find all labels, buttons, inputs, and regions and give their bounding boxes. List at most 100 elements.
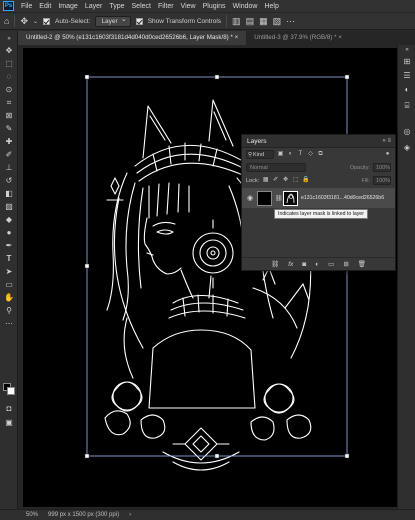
link-layers-icon[interactable]: ⛓	[271, 260, 279, 268]
chevron-down-icon[interactable]: ⌄	[33, 18, 38, 25]
panel-menu-icon[interactable]: « ≡	[382, 138, 395, 144]
right-panel-dock: « ⊞ ☰ ◐ ⌸ ◎ ◈	[397, 45, 415, 509]
align-right-icon[interactable]: ▦	[259, 16, 268, 27]
blend-mode-dropdown[interactable]: Normal	[246, 163, 306, 172]
document-canvas[interactable]	[23, 48, 410, 507]
lock-all-icon[interactable]: 🔒	[302, 177, 309, 184]
gradient-tool-icon[interactable]: ▨	[3, 201, 15, 213]
tab-untitled-3[interactable]: Untitled-3 @ 37.9% (RGB/8) * ×	[246, 31, 350, 45]
home-icon[interactable]: ⌂	[4, 16, 9, 26]
smart-object-filter-icon[interactable]: ⧉	[317, 151, 324, 158]
add-mask-icon[interactable]: ◙	[302, 261, 306, 268]
type-tool-icon[interactable]: T	[3, 253, 15, 265]
adjustments-panel-icon[interactable]: ◐	[402, 85, 412, 95]
menu-filter[interactable]: Filter	[158, 3, 174, 10]
edit-toolbar-icon[interactable]: ⋯	[3, 318, 15, 330]
libraries-panel-icon[interactable]: ⌸	[402, 101, 412, 111]
fill-field[interactable]: 100%	[373, 176, 391, 185]
lock-position-icon[interactable]: ✥	[282, 177, 289, 184]
layers-panel-title: Layers	[247, 137, 267, 145]
screen-mode-icon[interactable]: ▣	[3, 417, 15, 429]
brush-tool-icon[interactable]: ✐	[3, 149, 15, 161]
new-layer-icon[interactable]: ⊞	[343, 260, 348, 268]
channels-panel-icon[interactable]: ◎	[402, 127, 412, 137]
healing-brush-tool-icon[interactable]: ✚	[3, 136, 15, 148]
delete-layer-icon[interactable]: 🗑	[358, 260, 366, 268]
show-transform-checkbox[interactable]	[135, 17, 143, 25]
menu-help[interactable]: Help	[264, 3, 278, 10]
lock-pixels-icon[interactable]: ✐	[272, 177, 279, 184]
layer-item[interactable]: ◉ ⛓ e131c1603f3181...40d0ced26526b6	[242, 188, 395, 208]
chevron-right-icon[interactable]: ›	[129, 512, 131, 518]
eraser-tool-icon[interactable]: ◧	[3, 188, 15, 200]
menu-edit[interactable]: Edit	[39, 3, 51, 10]
dodge-tool-icon[interactable]: ●	[3, 227, 15, 239]
divider	[226, 15, 228, 27]
auto-select-label: Auto-Select:	[55, 17, 91, 25]
close-icon[interactable]: ×	[235, 34, 239, 41]
quick-mask-icon[interactable]: ◘	[3, 403, 15, 415]
layer-mask-thumbnail[interactable]	[283, 190, 298, 206]
hand-tool-icon[interactable]: ✋	[3, 292, 15, 304]
menu-plugins[interactable]: Plugins	[203, 3, 226, 10]
chain-link-icon[interactable]: ⛓	[275, 195, 283, 202]
visibility-eye-icon[interactable]: ◉	[246, 194, 254, 202]
eyedropper-tool-icon[interactable]: ✎	[3, 123, 15, 135]
new-group-icon[interactable]: ▭	[328, 260, 334, 268]
crop-tool-icon[interactable]: ⌗	[3, 97, 15, 109]
blend-opacity-row: Normal Opacity: 100%	[242, 161, 395, 174]
layer-thumbnail[interactable]	[257, 190, 272, 206]
filter-toggle-icon[interactable]: ●	[384, 151, 391, 158]
zoom-level[interactable]: 50%	[26, 512, 38, 518]
tab-untitled-2[interactable]: Untitled-2 @ 50% (e131c1603f3181d4d040d0…	[18, 31, 247, 45]
blur-tool-icon[interactable]: ◆	[3, 214, 15, 226]
pixel-filter-icon[interactable]: ▣	[277, 151, 284, 158]
menu-view[interactable]: View	[181, 3, 196, 10]
layer-style-fx-icon[interactable]: fx	[288, 261, 293, 268]
layers-panel-header[interactable]: Layers « ≡	[242, 135, 395, 148]
opacity-field[interactable]: 100%	[373, 163, 391, 172]
marquee-tool-icon[interactable]: ⬚	[3, 58, 15, 70]
clone-stamp-tool-icon[interactable]: ⊥	[3, 162, 15, 174]
menu-file[interactable]: File	[21, 3, 32, 10]
filter-kind-dropdown[interactable]: ⚲ Kind	[246, 150, 274, 159]
adjustment-layer-icon[interactable]: ◐	[315, 261, 319, 268]
adjustment-filter-icon[interactable]: ◐	[287, 151, 294, 158]
layers-panel-icon[interactable]: ◈	[402, 143, 412, 153]
menu-window[interactable]: Window	[233, 3, 258, 10]
distribute-icon[interactable]: ▧	[273, 16, 282, 27]
move-tool-icon[interactable]: ✥	[20, 16, 28, 27]
zoom-tool-icon[interactable]: ⚲	[3, 305, 15, 317]
menu-image[interactable]: Image	[58, 3, 77, 10]
shape-filter-icon[interactable]: ◇	[307, 151, 314, 158]
properties-panel-icon[interactable]: ☰	[402, 71, 412, 81]
path-select-tool-icon[interactable]: ➤	[3, 266, 15, 278]
rectangle-tool-icon[interactable]: ▭	[3, 279, 15, 291]
close-icon[interactable]: ×	[338, 34, 342, 41]
quick-select-tool-icon[interactable]: ⊙	[3, 84, 15, 96]
pen-tool-icon[interactable]: ✒	[3, 240, 15, 252]
menu-type[interactable]: Type	[109, 3, 124, 10]
auto-select-dropdown[interactable]: Layer	[95, 15, 131, 27]
align-center-icon[interactable]: ▤	[246, 16, 255, 27]
type-filter-icon[interactable]: T	[297, 151, 304, 158]
menu-bar: Ps File Edit Image Layer Type Select Fil…	[0, 0, 415, 12]
lock-transparent-icon[interactable]: ▦	[262, 177, 269, 184]
collapse-icon[interactable]: «	[402, 45, 412, 55]
collapse-icon[interactable]: »	[3, 33, 15, 45]
history-panel-icon[interactable]: ⊞	[402, 57, 412, 67]
menu-select[interactable]: Select	[132, 3, 151, 10]
menu-layer[interactable]: Layer	[85, 3, 103, 10]
canvas-area[interactable]	[18, 45, 415, 509]
move-tool-icon[interactable]: ✥	[3, 45, 15, 57]
layer-name[interactable]: e131c1603f3181...40d0ced26526b6	[301, 195, 384, 201]
more-options-icon[interactable]: ⋯	[286, 16, 295, 27]
lock-artboard-icon[interactable]: ⬚	[292, 177, 299, 184]
tools-panel: » ✥ ⬚ ◌ ⊙ ⌗ ⊠ ✎ ✚ ✐ ⊥ ↺ ◧ ▨ ◆ ● ✒ T ➤ ▭ …	[0, 31, 18, 509]
lasso-tool-icon[interactable]: ◌	[3, 71, 15, 83]
auto-select-checkbox[interactable]	[43, 17, 51, 25]
background-color-swatch[interactable]	[7, 387, 15, 395]
history-brush-tool-icon[interactable]: ↺	[3, 175, 15, 187]
align-left-icon[interactable]: ▥	[232, 16, 241, 27]
frame-tool-icon[interactable]: ⊠	[3, 110, 15, 122]
